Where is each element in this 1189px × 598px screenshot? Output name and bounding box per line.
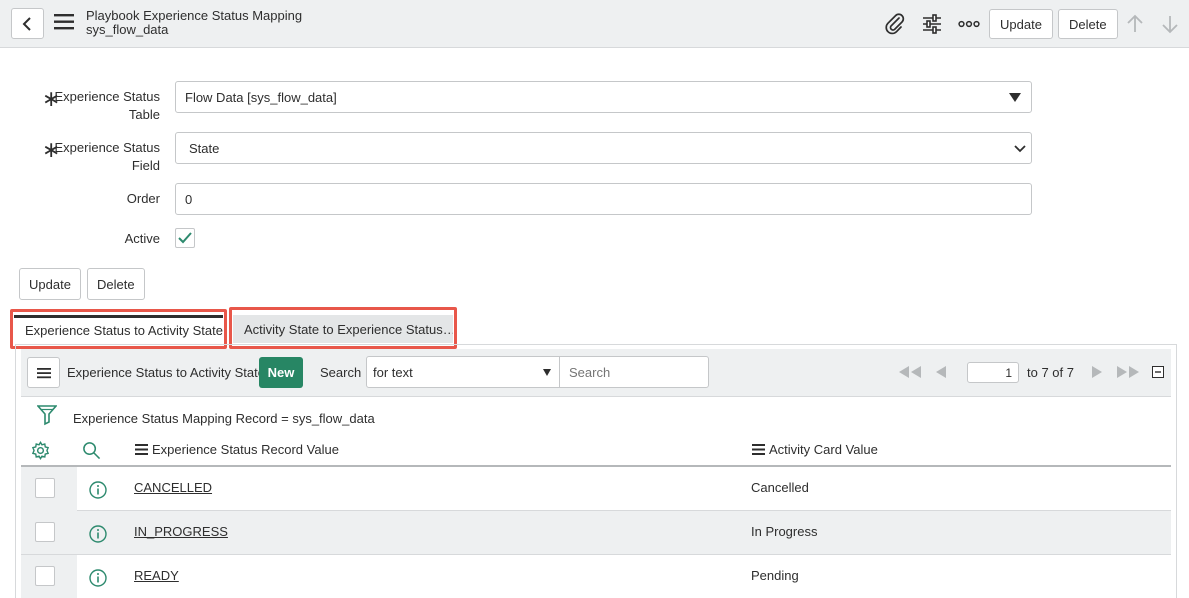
column-header-card-value[interactable]: Activity Card Value	[769, 442, 878, 457]
list-title: Experience Status to Activity State	[67, 365, 265, 380]
update-button[interactable]: Update	[19, 268, 81, 300]
page-number-input[interactable]: 1	[967, 362, 1019, 383]
header-update-button[interactable]: Update	[989, 9, 1053, 39]
paperclip-icon[interactable]	[883, 12, 907, 36]
more-options-icon[interactable]	[957, 12, 981, 36]
card-value: In Progress	[751, 524, 818, 539]
row-checkbox[interactable]	[35, 522, 55, 542]
row-checkbox[interactable]	[35, 566, 55, 586]
order-input[interactable]: 0	[175, 183, 1032, 215]
info-icon[interactable]	[89, 525, 107, 543]
gear-icon[interactable]	[31, 441, 50, 460]
new-button[interactable]: New	[259, 357, 303, 388]
previous-page-icon[interactable]	[935, 365, 947, 379]
list-menu-button[interactable]	[27, 357, 60, 388]
column-menu-icon[interactable]	[752, 444, 765, 455]
header-delete-button[interactable]: Delete	[1058, 9, 1118, 39]
table-row	[21, 555, 1171, 598]
active-label: Active	[124, 231, 160, 246]
info-icon[interactable]	[89, 569, 107, 587]
checkmark-icon	[178, 232, 192, 244]
search-select-value: for text	[373, 364, 413, 380]
form-title-name: Playbook Experience Status Mapping	[86, 8, 303, 23]
search-icon[interactable]	[82, 441, 101, 460]
experience-status-field-select[interactable]: State	[175, 132, 1032, 164]
experience-status-field-value: State	[189, 140, 220, 156]
order-value: 0	[185, 191, 193, 207]
info-icon[interactable]	[89, 481, 107, 499]
chevron-left-icon	[22, 16, 31, 31]
caret-down-icon	[1009, 93, 1021, 102]
tab-experience-status-to-activity-state[interactable]: Experience Status to Activity State…	[14, 315, 223, 343]
form-title: Playbook Experience Status Mapping sys_f…	[86, 9, 302, 37]
column-header-record-value[interactable]: Experience Status Record Value	[152, 442, 339, 457]
first-page-icon[interactable]	[898, 365, 922, 379]
card-value: Cancelled	[751, 480, 809, 495]
next-page-icon[interactable]	[1091, 365, 1103, 379]
experience-status-field-label: Experience Status Field	[54, 140, 160, 173]
record-value-link[interactable]: READY	[134, 568, 179, 583]
experience-status-table-field[interactable]: Flow Data [sys_flow_data]	[175, 81, 1032, 113]
search-label: Search	[320, 365, 362, 380]
active-checkbox[interactable]	[175, 228, 195, 248]
record-value-link[interactable]: IN_PROGRESS	[134, 524, 228, 539]
column-menu-icon[interactable]	[135, 444, 148, 455]
experience-status-table-value: Flow Data [sys_flow_data]	[185, 89, 337, 105]
arrow-down-icon[interactable]	[1158, 12, 1182, 36]
back-button[interactable]	[11, 8, 44, 39]
filter-icon[interactable]	[37, 404, 57, 426]
form-header: Playbook Experience Status Mapping sys_f…	[0, 0, 1189, 48]
hamburger-menu-icon[interactable]	[54, 13, 76, 33]
caret-down-icon	[543, 369, 551, 376]
page-range-text: to 7 of 7	[1027, 365, 1074, 380]
card-value: Pending	[751, 568, 799, 583]
delete-button[interactable]: Delete	[87, 268, 145, 300]
settings-sliders-icon[interactable]	[920, 12, 944, 36]
chevron-down-icon	[1014, 145, 1026, 153]
collapse-icon[interactable]	[1152, 366, 1164, 378]
tab-activity-state-to-experience-status[interactable]: Activity State to Experience Status…	[233, 315, 453, 343]
last-page-icon[interactable]	[1116, 365, 1140, 379]
hamburger-menu-icon	[36, 367, 51, 378]
arrow-up-icon[interactable]	[1123, 12, 1147, 36]
record-value-link[interactable]: CANCELLED	[134, 480, 212, 495]
filter-breadcrumb[interactable]: Experience Status Mapping Record = sys_f…	[73, 411, 375, 426]
experience-status-table-label: Experience Status Table	[54, 89, 160, 122]
search-input[interactable]	[559, 356, 709, 388]
row-checkbox[interactable]	[35, 478, 55, 498]
order-label: Order	[126, 191, 160, 206]
search-field-select[interactable]: for text	[366, 356, 560, 388]
form-title-table: sys_flow_data	[86, 22, 169, 37]
